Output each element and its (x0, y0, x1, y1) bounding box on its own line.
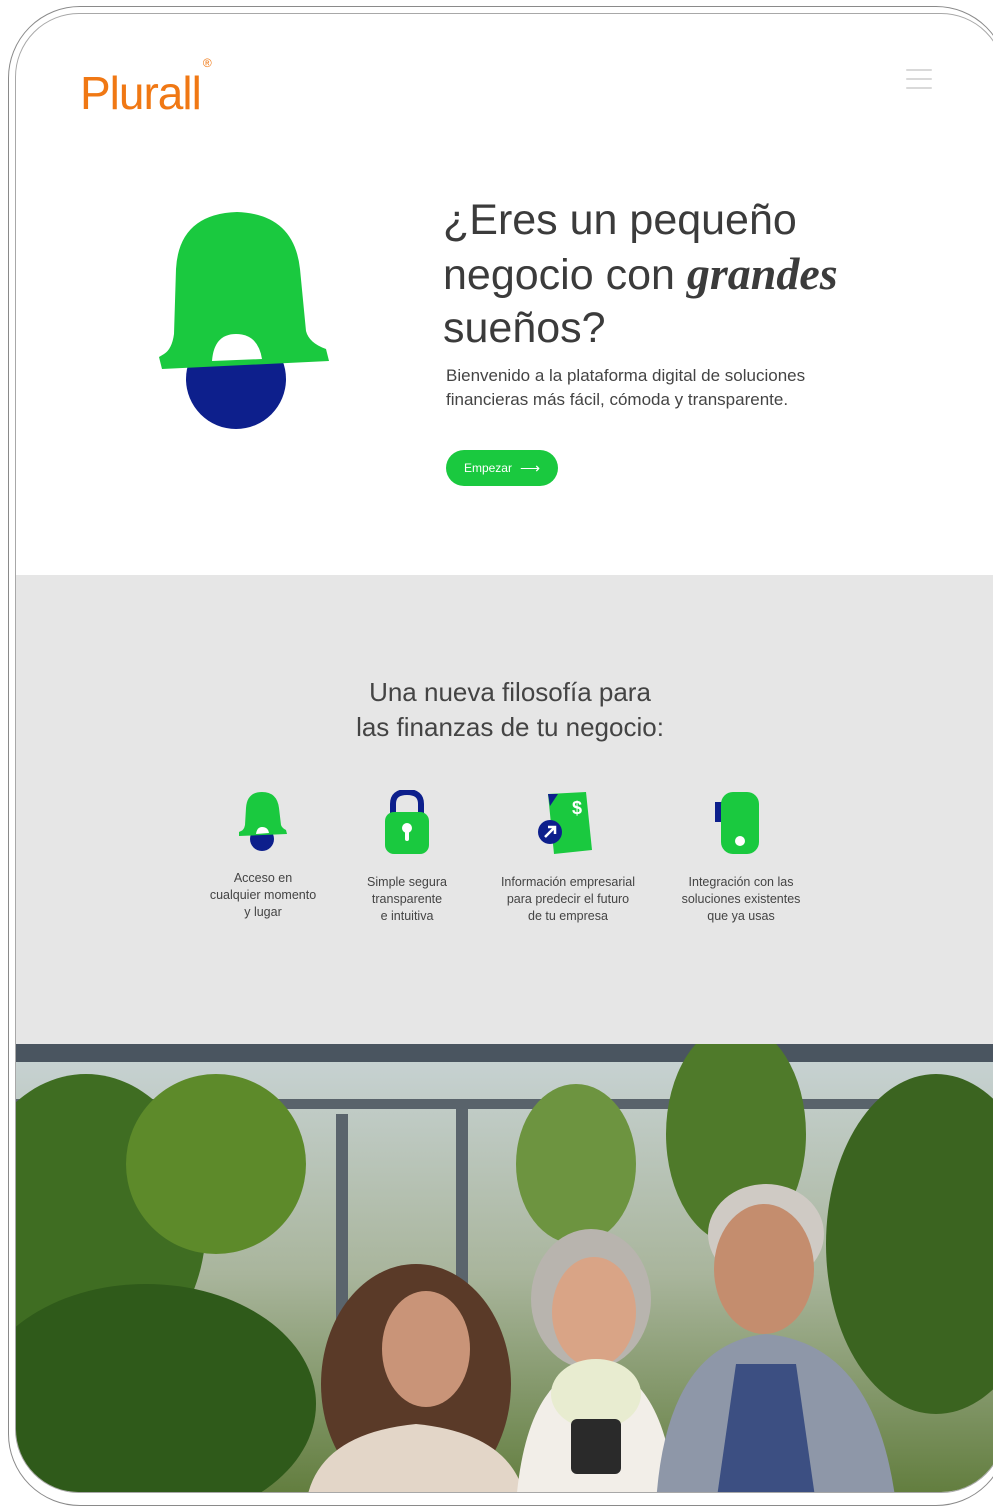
document-dollar-icon: $ (538, 792, 592, 854)
feature-integration: Integración con las soluciones existente… (656, 790, 826, 925)
feature-security: Simple segura transparente e intuitiva (322, 790, 492, 925)
brand-logo[interactable]: Plurall® (80, 56, 212, 120)
philosophy-section: Una nueva filosofía para las finanzas de… (16, 575, 993, 1045)
feature-text: Integración con las soluciones existente… (681, 875, 801, 923)
hamburger-menu-icon[interactable] (906, 69, 932, 91)
device-screen: Plurall® ¿Eres un pequeño negocio con gr… (15, 13, 993, 1493)
svg-text:$: $ (572, 798, 582, 818)
feature-insights: $ Información empresarial para predecir … (483, 790, 653, 925)
bell-icon (239, 792, 287, 851)
brand-name: Plurall (80, 67, 202, 119)
greenhouse-photo (16, 1044, 993, 1492)
hero-title: ¿Eres un pequeño negocio con grandes sue… (443, 194, 913, 355)
phone-integration-icon (715, 792, 759, 854)
greenhouse-people-image (16, 1044, 993, 1492)
start-button[interactable]: Empezar ⟶ (446, 450, 558, 486)
hero-title-emphasis: grandes (686, 248, 838, 299)
bell-icon (159, 212, 329, 429)
arrow-right-icon: ⟶ (519, 459, 541, 476)
section-title: Una nueva filosofía para las finanzas de… (16, 675, 993, 745)
hero-title-suffix: sueños? (443, 304, 606, 352)
hero-subtitle: Bienvenido a la plataforma digital de so… (446, 366, 806, 409)
section-title-line1: Una nueva filosofía para (369, 677, 651, 707)
start-button-label: Empezar (463, 461, 512, 475)
padlock-icon (385, 790, 429, 854)
registered-mark: ® (202, 55, 212, 70)
feature-text: Información empresarial para predecir el… (500, 875, 636, 923)
feature-text: Simple segura transparente e intuitiva (367, 875, 447, 923)
section-title-line2: las finanzas de tu negocio: (356, 712, 664, 742)
